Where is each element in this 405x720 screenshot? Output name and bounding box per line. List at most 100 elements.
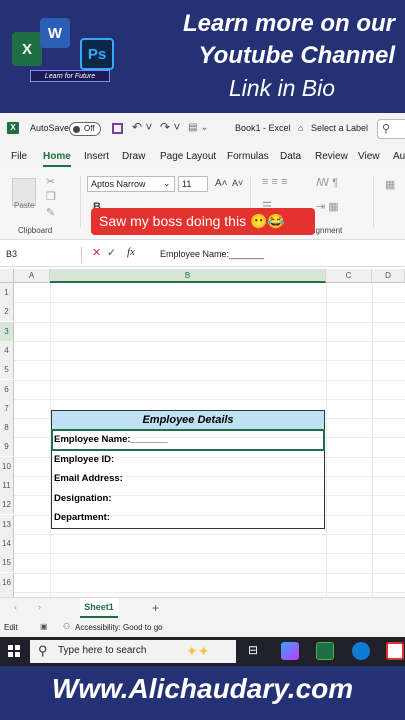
website-footer: Www.Alichaudary.com — [0, 666, 405, 720]
row-header-6[interactable]: 6 — [0, 379, 14, 399]
store-icon[interactable] — [386, 642, 404, 660]
wrap-text-icon[interactable]: ▦ — [385, 178, 395, 191]
copy-icon[interactable]: ❐ — [46, 190, 56, 203]
table-title[interactable]: Employee Details — [52, 411, 324, 430]
column-header-b[interactable]: B — [50, 269, 326, 283]
table-row[interactable]: Employee ID: — [52, 450, 324, 470]
row-header-15[interactable]: 15 — [0, 553, 14, 573]
table-row[interactable]: Email Address: — [52, 469, 324, 489]
label-menu[interactable]: Select a Label — [311, 123, 368, 133]
column-header-a[interactable]: A — [14, 269, 50, 283]
camtasia-icon[interactable] — [316, 642, 334, 660]
row-header-10[interactable]: 10 — [0, 456, 14, 476]
accessibility-status[interactable]: Accessibility: Good to go — [75, 623, 163, 632]
redo-icon[interactable]: ↷ ˅ — [160, 120, 180, 134]
logo-tagline: Learn for Future — [30, 70, 110, 82]
promo-banner: X W Ps Learn for Future Learn more on ou… — [0, 0, 405, 113]
search-input[interactable]: ⚲ — [377, 119, 405, 139]
tab-insert[interactable]: Insert — [84, 151, 109, 162]
row-header-13[interactable]: 13 — [0, 514, 14, 534]
check-icon[interactable]: ✓ — [107, 246, 116, 259]
align-top-icon[interactable]: ≡ ≡ ≡ — [262, 176, 287, 188]
row-gridline — [14, 591, 405, 593]
save-icon[interactable] — [112, 123, 123, 134]
sheet-tab-sheet1[interactable]: Sheet1 — [80, 598, 118, 618]
row-gridline — [14, 398, 405, 400]
chevron-down-icon: ⌄ — [163, 178, 171, 188]
tab-home[interactable]: Home — [43, 151, 71, 167]
autosave-toggle[interactable]: Off — [69, 122, 101, 136]
row-header-1[interactable]: 1 — [0, 283, 14, 302]
row-gridline — [14, 321, 405, 323]
row-header-11[interactable]: 11 — [0, 476, 14, 495]
format-painter-icon[interactable]: ✎ — [46, 206, 55, 219]
tab-file[interactable]: File — [11, 151, 27, 162]
row-header-9[interactable]: 9 — [0, 437, 14, 457]
column-divider — [372, 283, 373, 599]
tab-draw[interactable]: Draw — [122, 151, 145, 162]
font-size-select[interactable]: 11 — [178, 176, 208, 192]
column-header-d[interactable]: D — [372, 269, 405, 283]
select-all-button[interactable] — [0, 269, 14, 283]
table-row[interactable]: Designation: — [52, 489, 324, 509]
task-view-icon[interactable]: ⊟ — [248, 643, 258, 657]
search-icon: ⚲ — [382, 123, 391, 135]
tag-icon[interactable]: ⌂ — [298, 123, 303, 133]
indent-icon[interactable]: ⇥ ▦ — [316, 200, 339, 213]
formula-input[interactable]: Employee Name:_______ — [160, 249, 264, 259]
insert-function-button[interactable]: fx — [127, 246, 135, 258]
prev-sheet-icon[interactable]: ‹ — [14, 602, 17, 612]
tab-page-layout[interactable]: Page Layout — [160, 151, 216, 162]
row-gridline — [14, 360, 405, 362]
row-header-7[interactable]: 7 — [0, 398, 14, 418]
tab-review[interactable]: Review — [315, 151, 348, 162]
row-header-14[interactable]: 14 — [0, 533, 14, 553]
row-header-2[interactable]: 2 — [0, 302, 14, 322]
edge-icon[interactable] — [352, 642, 370, 660]
tab-formulas[interactable]: Formulas — [227, 151, 269, 162]
ribbon-separator — [80, 176, 81, 228]
table-row[interactable]: Department: — [52, 508, 324, 528]
quick-access-icon[interactable]: ▤ ⌄ — [188, 122, 209, 133]
copilot-icon[interactable] — [281, 642, 299, 660]
macro-icon[interactable]: ▣ — [40, 622, 48, 631]
row-header-4[interactable]: 4 — [0, 340, 14, 360]
next-sheet-icon[interactable]: › — [38, 602, 41, 612]
tab-automate[interactable]: Aut — [393, 151, 405, 162]
formula-bar: B3 ✕ ✓ fx Employee Name:_______ — [0, 243, 405, 267]
cell-mode: Edit — [4, 623, 18, 632]
title-bar: X AutoSave Off ↶ ˅ ↷ ˅ ▤ ⌄ Book1 - Excel… — [0, 113, 405, 146]
row-header-5[interactable]: 5 — [0, 360, 14, 380]
row-header-3[interactable]: 3 — [0, 321, 14, 341]
font-name-select[interactable]: Aptos Narrow — [87, 176, 175, 192]
table-row[interactable]: Employee Name:_______ — [51, 429, 325, 451]
accessibility-icon: ⚇ — [63, 622, 71, 631]
promo-line-3: Link in Bio — [228, 75, 335, 101]
undo-icon[interactable]: ↶ ˅ — [132, 120, 152, 134]
column-divider — [326, 283, 327, 599]
row-gridline — [14, 533, 405, 535]
orientation-icon[interactable]: ꟿ ¶ — [316, 176, 338, 189]
brand-logo: X W Ps Learn for Future — [8, 8, 126, 82]
cancel-icon[interactable]: ✕ — [92, 246, 101, 259]
tab-data[interactable]: Data — [280, 151, 301, 162]
decrease-font-icon[interactable]: A˅ — [232, 178, 243, 188]
row-header-16[interactable]: 16 — [0, 572, 14, 592]
row-header-12[interactable]: 12 — [0, 495, 14, 515]
clipboard-group-label: Clipboard — [18, 226, 53, 235]
increase-font-icon[interactable]: A˄ — [215, 178, 228, 189]
promo-line-2: Youtube Channel — [198, 42, 395, 69]
row-gridline — [14, 553, 405, 555]
row-gridline — [14, 340, 405, 342]
excel-logo-icon: X — [12, 32, 42, 66]
cut-icon[interactable]: ✂ — [46, 175, 55, 188]
tab-view[interactable]: View — [358, 151, 380, 162]
row-header-8[interactable]: 8 — [0, 418, 14, 438]
sparkle-icon: ✦✦ — [186, 643, 210, 659]
column-header-c[interactable]: C — [326, 269, 372, 283]
add-sheet-button[interactable]: + — [152, 601, 159, 615]
autosave-label: AutoSave — [30, 123, 70, 133]
worksheet-grid[interactable]: A B C D 1234567891011121314151617181920 … — [0, 269, 405, 670]
windows-start-icon[interactable] — [8, 645, 20, 657]
name-box[interactable]: B3 — [2, 247, 82, 263]
